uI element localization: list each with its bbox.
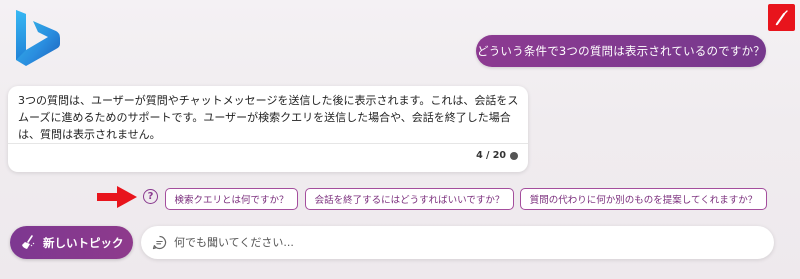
suggestion-chip[interactable]: 会話を終了するにはどうすればいいですか？ — [305, 188, 514, 210]
red-pen-icon[interactable] — [768, 4, 795, 31]
new-topic-label: 新しいトピック — [43, 235, 124, 250]
suggestion-chip[interactable]: 質問の代わりに何か別のものを提案してくれますか？ — [520, 188, 767, 210]
suggestion-chip-label: 検索クエリとは何ですか？ — [174, 195, 289, 206]
suggestion-chip-label: 質問の代わりに何か別のものを提案してくれますか？ — [529, 195, 758, 206]
chat-input[interactable] — [174, 236, 734, 249]
suggestion-chip-label: 会話を終了するにはどうすればいいですか？ — [314, 195, 505, 206]
red-arrow-annotation — [95, 183, 139, 211]
bot-message-text: 3つの質問は、ユーザーが質問やチャットメッセージを送信した後に表示されます。これ… — [18, 94, 519, 141]
user-message-text: どういう条件で3つの質問は表示されているのですか？ — [477, 44, 765, 58]
chat-bubble-icon — [152, 235, 167, 250]
turn-counter-text: 4 / 20 — [476, 150, 506, 161]
chat-input-box[interactable] — [141, 226, 774, 259]
new-topic-button[interactable]: 新しいトピック — [10, 226, 133, 259]
suggestion-chip[interactable]: 検索クエリとは何ですか？ — [165, 188, 298, 210]
bot-message-divider — [8, 143, 528, 144]
broom-icon — [20, 234, 37, 251]
turn-counter: 4 / 20 — [476, 150, 518, 161]
bing-logo — [8, 6, 66, 68]
bot-message-bubble: 3つの質問は、ユーザーが質問やチャットメッセージを送信した後に表示されます。これ… — [8, 86, 528, 172]
turn-indicator-dot — [510, 151, 518, 160]
question-circle-icon[interactable]: ? — [143, 189, 158, 204]
user-message-bubble: どういう条件で3つの質問は表示されているのですか？ — [476, 35, 766, 67]
